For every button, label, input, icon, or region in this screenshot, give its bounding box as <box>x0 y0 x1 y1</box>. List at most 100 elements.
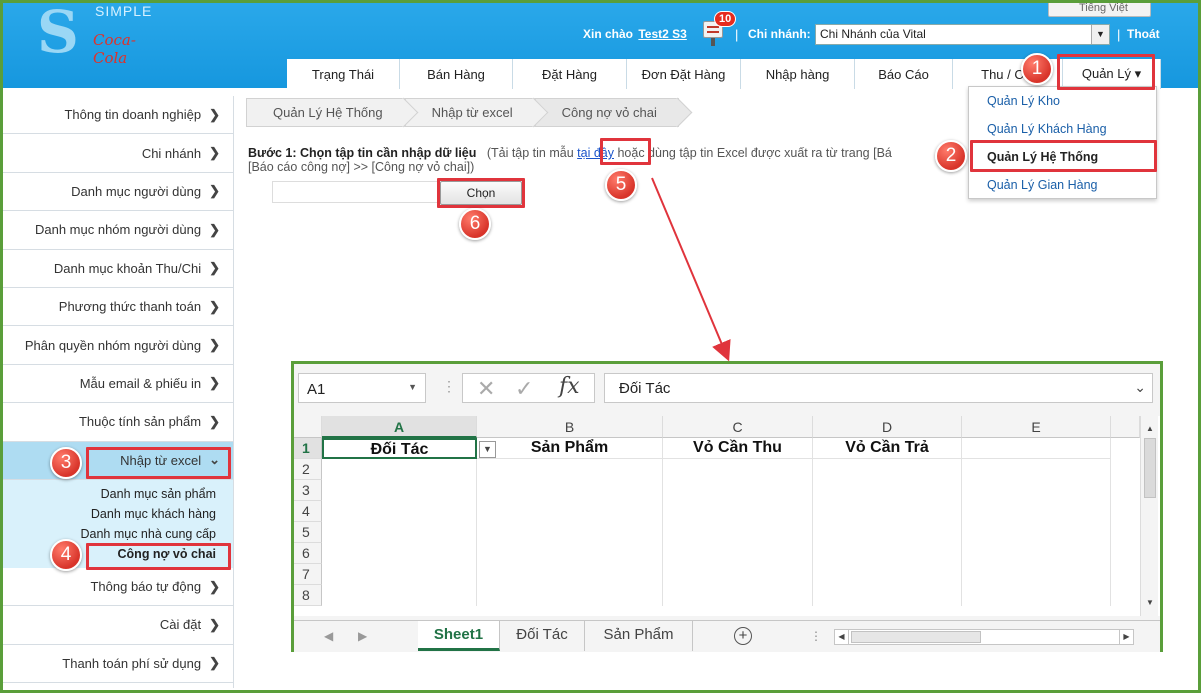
tab-san-pham[interactable]: Sản Phẩm <box>585 621 693 651</box>
column-c-cells[interactable] <box>663 459 813 606</box>
name-box[interactable]: A1 ▼ <box>298 373 426 403</box>
sidebar-item-thong-bao-tu-dong[interactable]: Thông báo tự động ❯ <box>3 567 234 607</box>
row-header[interactable]: 2 <box>294 459 322 480</box>
column-header-d[interactable]: D <box>813 416 962 438</box>
cell-b1[interactable]: Sản Phẩm <box>477 438 663 459</box>
nav-bao-cao[interactable]: Báo Cáo <box>855 59 953 89</box>
column-e-cells[interactable] <box>962 459 1111 606</box>
cell-a1[interactable]: Đối Tác <box>322 438 477 459</box>
scroll-down-icon[interactable]: ▼ <box>1143 596 1157 610</box>
sidebar-item-thanh-toan-phi[interactable]: Thanh toán phí sử dụng ❯ <box>3 644 234 684</box>
column-header-b[interactable]: B <box>477 416 663 438</box>
menu-item-quan-ly-khach-hang[interactable]: Quản Lý Khách Hàng <box>969 115 1156 143</box>
branch-select[interactable]: Chi Nhánh của Vital ▼ <box>815 24 1110 45</box>
check-icon[interactable]: ✓ <box>515 376 533 402</box>
sidebar-item-chi-nhanh[interactable]: Chi nhánh ❯ <box>3 134 234 173</box>
scroll-left-icon[interactable]: ◀ <box>835 630 849 644</box>
logout-link[interactable]: Thoát <box>1127 27 1160 41</box>
chevron-down-icon[interactable]: ▼ <box>408 382 417 392</box>
sidebar-item-label: Danh mục nhóm người dùng <box>34 222 202 238</box>
nav-dat-hang[interactable]: Đặt Hàng <box>513 59 627 89</box>
step-hint: (Tải tập tin mẫu <box>486 146 574 160</box>
logo-s-mark: S <box>37 0 79 66</box>
chevron-right-icon: ❯ <box>209 260 220 276</box>
callout-4: 4 <box>50 539 82 571</box>
callout-5: 5 <box>605 169 637 201</box>
tab-prev-icon[interactable]: ◀ <box>324 629 333 643</box>
file-input[interactable] <box>272 181 438 203</box>
sidebar-subitem-danh-muc-nha-cung-cap[interactable]: Danh mục nhà cung cấp <box>3 524 234 544</box>
sidebar: Thông tin doanh nghiệp ❯ Chi nhánh ❯ Danh … <box>3 96 234 684</box>
horizontal-scrollbar[interactable]: ◀ ▶ <box>834 629 1134 645</box>
chevron-down-icon[interactable]: ▼ <box>1091 25 1109 44</box>
chevron-right-icon: ❯ <box>209 221 220 237</box>
sidebar-item-mau-email[interactable]: Mẫu email & phiếu in ❯ <box>3 364 234 404</box>
nav-ban-hang[interactable]: Bán Hàng <box>400 59 513 89</box>
row-header[interactable]: 5 <box>294 522 322 543</box>
row-header[interactable]: 4 <box>294 501 322 522</box>
formula-input[interactable]: Đối Tác ⌄ <box>604 373 1153 403</box>
sidebar-item-khoan-thu-chi[interactable]: Danh mục khoản Thu/Chi ❯ <box>3 249 234 288</box>
column-header-e[interactable]: E <box>962 416 1111 438</box>
sidebar-item-label: Phân quyền nhóm người dùng <box>24 337 202 353</box>
cell-e1[interactable] <box>962 438 1111 459</box>
sidebar-item-danh-muc-nguoi-dung[interactable]: Danh mục người dùng ❯ <box>3 172 234 212</box>
cell-d1[interactable]: Vỏ Cần Trả <box>813 438 962 459</box>
scroll-up-icon[interactable]: ▲ <box>1143 422 1157 436</box>
cancel-icon[interactable]: ✕ <box>477 376 495 402</box>
formula-bar: A1 ▼ ⋮ ✕ ✓ fx Đối Tác ⌄ <box>294 364 1160 412</box>
row-header[interactable]: 7 <box>294 564 322 585</box>
sidebar-item-phan-quyen[interactable]: Phân quyền nhóm người dùng ❯ <box>3 326 234 365</box>
callout-3: 3 <box>50 447 82 479</box>
sidebar-item-phuong-thuc-thanh-toan[interactable]: Phương thức thanh toán ❯ <box>3 287 234 327</box>
nav-trang-thai[interactable]: Trạng Thái <box>287 59 400 89</box>
app-logo[interactable]: S SIMPLE Coca-Cola <box>33 0 153 67</box>
chevron-right-icon: ❯ <box>209 145 220 161</box>
menu-item-quan-ly-kho[interactable]: Quản Lý Kho <box>969 87 1156 115</box>
row-header[interactable]: 6 <box>294 543 322 564</box>
tab-sheet1[interactable]: Sheet1 <box>418 621 500 651</box>
sidebar-subitem-danh-muc-san-pham[interactable]: Danh mục sản phẩm <box>3 484 234 504</box>
filter-dropdown-icon[interactable]: ▼ <box>479 441 496 458</box>
menu-item-quan-ly-gian-hang[interactable]: Quản Lý Gian Hàng <box>969 171 1156 199</box>
notification-icon[interactable]: 10 <box>701 11 737 46</box>
sidebar-item-label: Thanh toán phí sử dụng <box>62 655 202 671</box>
function-icon[interactable]: fx <box>559 374 580 399</box>
chevron-right-icon: ❯ <box>209 106 220 122</box>
scroll-thumb[interactable] <box>1144 438 1156 498</box>
chevron-right-icon: ❯ <box>209 655 220 671</box>
column-b-cells[interactable] <box>477 459 663 606</box>
user-link[interactable]: Test2 S3 <box>638 27 686 41</box>
step-title: Bước 1: Chọn tập tin cần nhập dữ liệu <box>248 146 477 160</box>
sidebar-item-thong-tin-doanh-nghiep[interactable]: Thông tin doanh nghiệp ❯ <box>3 96 234 135</box>
cell-c1[interactable]: Vỏ Cần Thu <box>663 438 813 459</box>
language-select[interactable]: Tiếng Việt <box>1048 1 1151 17</box>
column-header-c[interactable]: C <box>663 416 813 438</box>
nav-nhap-hang[interactable]: Nhập hàng <box>741 59 855 89</box>
row-header[interactable]: 1 <box>294 438 322 459</box>
chevron-down-icon[interactable]: ⌄ <box>1134 379 1146 396</box>
column-header-a[interactable]: A <box>322 416 477 438</box>
scroll-thumb[interactable] <box>851 631 981 643</box>
breadcrumb-item[interactable]: Nhập từ excel <box>404 98 535 127</box>
scroll-right-icon[interactable]: ▶ <box>1119 630 1133 644</box>
column-a-cells[interactable] <box>322 459 477 606</box>
sidebar-item-label: Mẫu email & phiếu in <box>79 375 202 391</box>
vertical-scrollbar[interactable]: ▲ ▼ <box>1140 416 1158 616</box>
breadcrumb-item[interactable]: Quản Lý Hệ Thống <box>246 98 405 127</box>
column-header-f[interactable] <box>1111 416 1140 438</box>
breadcrumb: Quản Lý Hệ Thống Nhập từ excel Công nợ v… <box>246 98 679 127</box>
sidebar-item-thuoc-tinh-san-pham[interactable]: Thuộc tính sản phẩm ❯ <box>3 403 234 442</box>
sidebar-subitem-danh-muc-khach-hang[interactable]: Danh mục khách hàng <box>3 504 234 524</box>
row-header[interactable]: 3 <box>294 480 322 501</box>
sidebar-item-danh-muc-nhom-nguoi-dung[interactable]: Danh mục nhóm người dùng ❯ <box>3 211 234 250</box>
sidebar-item-cai-dat[interactable]: Cài đặt ❯ <box>3 606 234 645</box>
add-sheet-icon[interactable]: + <box>734 627 752 645</box>
select-all-corner[interactable] <box>294 416 322 438</box>
column-d-cells[interactable] <box>813 459 962 606</box>
tab-next-icon[interactable]: ▶ <box>358 629 367 643</box>
nav-don-dat-hang[interactable]: Đơn Đặt Hàng <box>627 59 741 89</box>
tab-doi-tac[interactable]: Đối Tác <box>500 621 585 651</box>
row-header[interactable]: 8 <box>294 585 322 606</box>
highlight-quan-ly-he-thong <box>970 140 1157 172</box>
